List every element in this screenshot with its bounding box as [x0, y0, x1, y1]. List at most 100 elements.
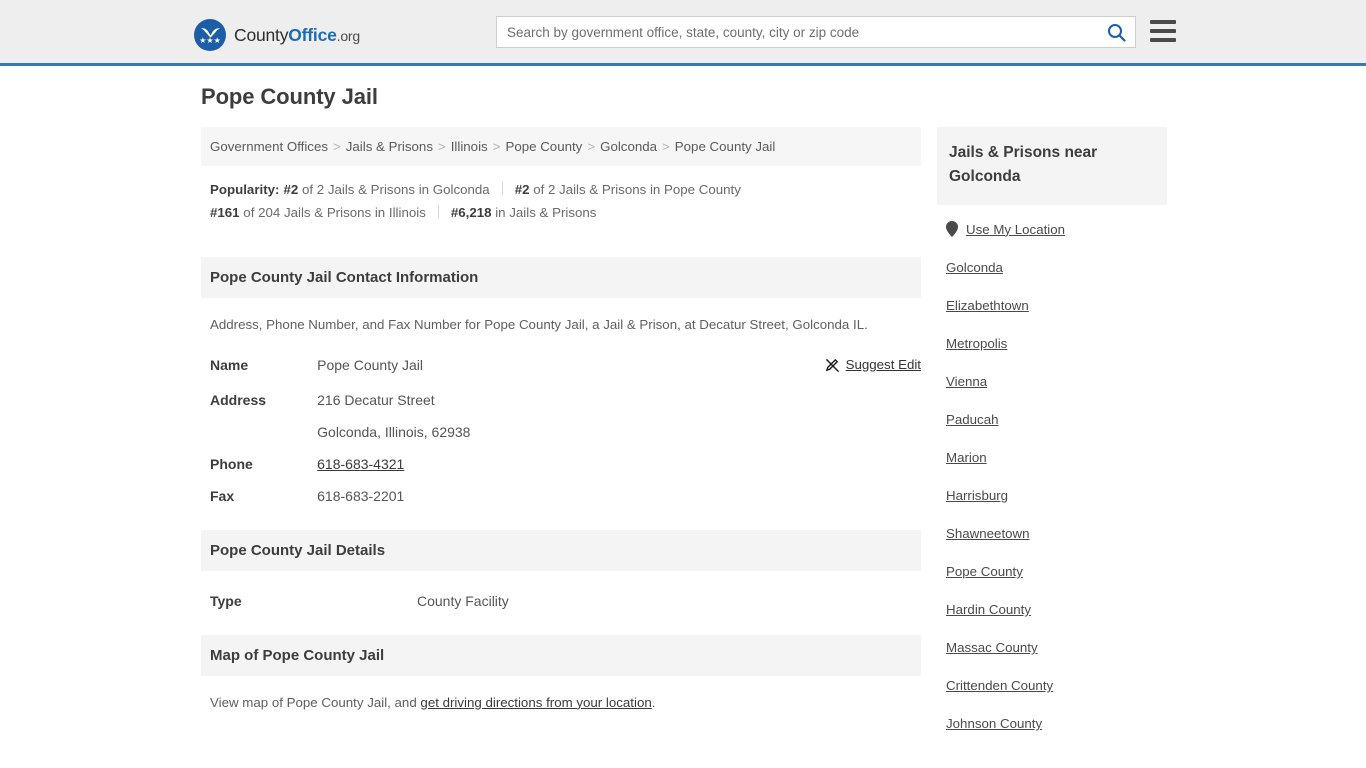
hamburger-bar-2	[1150, 29, 1176, 33]
contact-key-phone: Phone	[210, 455, 253, 472]
contact-key-address: Address	[210, 391, 267, 408]
breadcrumb-item-current: Pope County Jail	[674, 139, 776, 154]
popularity-item-0: #2 of 2 Jails & Prisons in Golconda	[283, 182, 489, 197]
breadcrumb-separator: >	[587, 139, 596, 154]
edit-pencil-icon	[825, 358, 839, 372]
breadcrumb-separator: >	[437, 139, 446, 154]
map-description: View map of Pope County Jail, and get dr…	[201, 676, 921, 721]
sidebar-item-crittenden-county[interactable]: Crittenden County	[937, 678, 1167, 693]
breadcrumb-item-2[interactable]: Illinois	[451, 139, 488, 154]
sidebar-link[interactable]: Golconda	[946, 260, 1003, 275]
sidebar-link[interactable]: Paducah	[946, 412, 999, 427]
table-row: Name Pope County Jail Suggest Edit	[201, 349, 921, 384]
popularity-text-2: of 204 Jails & Prisons in Illinois	[243, 205, 426, 220]
popularity-rank-0: #2	[283, 182, 299, 197]
sidebar-item-marion[interactable]: Marion	[937, 450, 1167, 465]
contact-value-fax: 618-683-2201	[317, 487, 405, 504]
table-row: Address 216 Decatur Street	[201, 384, 921, 416]
popularity-rank-1: #2	[514, 182, 530, 197]
details-value-type: County Facility	[417, 592, 509, 609]
search-button[interactable]	[1097, 17, 1135, 47]
hamburger-bar-1	[1150, 20, 1176, 24]
driving-directions-link[interactable]: get driving directions from your locatio…	[420, 695, 651, 710]
contact-value-address-line1: 216 Decatur Street	[317, 391, 435, 408]
table-row: Phone 618-683-4321	[201, 448, 921, 480]
popularity-text-0: of 2 Jails & Prisons in Golconda	[301, 182, 490, 197]
brand-text-county: County	[234, 24, 289, 45]
hamburger-bar-3	[1150, 38, 1176, 42]
contact-key-fax: Fax	[210, 487, 235, 504]
contact-value-address-line2: Golconda, Illinois, 62938	[317, 423, 471, 440]
suggest-edit-button[interactable]: Suggest Edit	[825, 355, 921, 375]
sidebar-link[interactable]: Johnson County	[946, 716, 1042, 731]
search-input[interactable]	[497, 17, 1097, 47]
sidebar-link[interactable]: Shawneetown	[946, 526, 1030, 541]
breadcrumb-item-3[interactable]: Pope County	[505, 139, 582, 154]
popularity-divider	[501, 182, 503, 195]
table-row: Golconda, Illinois, 62938	[201, 416, 921, 448]
map-text-after: .	[651, 694, 656, 710]
popularity-rank-3: #6,218	[450, 205, 492, 220]
brand-text-org: .org	[336, 27, 361, 44]
sidebar-item-massac-county[interactable]: Massac County	[937, 640, 1167, 655]
breadcrumb-separator: >	[333, 139, 341, 154]
sidebar-link[interactable]: Crittenden County	[946, 678, 1053, 693]
sidebar-item-pope-county[interactable]: Pope County	[937, 564, 1167, 579]
contact-key-name: Name	[210, 357, 249, 373]
breadcrumb-item-4[interactable]: Golconda	[600, 139, 657, 154]
three-stars-icon: ★★★	[199, 35, 221, 45]
sidebar-item-vienna[interactable]: Vienna	[937, 374, 1167, 389]
contact-value-name: Pope County Jail	[317, 357, 423, 373]
popularity-divider	[437, 205, 439, 218]
phone-link[interactable]: 618-683-4321	[317, 456, 404, 472]
page-title: Pope County Jail	[201, 84, 378, 109]
contact-key-blank	[201, 416, 308, 448]
contact-section-heading: Pope County Jail Contact Information	[201, 257, 921, 298]
sidebar: Jails & Prisons near Golconda Use My Loc…	[937, 127, 1167, 754]
breadcrumb-separator: >	[662, 139, 670, 154]
sidebar-item-shawneetown[interactable]: Shawneetown	[937, 526, 1167, 541]
site-logo[interactable]: ★★★ CountyOffice.org	[194, 19, 360, 51]
sidebar-item-metropolis[interactable]: Metropolis	[937, 336, 1167, 351]
popularity-text-1: of 2 Jails & Prisons in Pope County	[533, 182, 741, 197]
sidebar-link[interactable]: Vienna	[946, 374, 987, 389]
map-section-heading: Map of Pope County Jail	[201, 634, 921, 676]
sidebar-item-hardin-county[interactable]: Hardin County	[937, 602, 1167, 617]
sidebar-item-paducah[interactable]: Paducah	[937, 412, 1167, 427]
sidebar-link[interactable]: Hardin County	[946, 602, 1031, 617]
search-bar[interactable]	[496, 16, 1136, 48]
sidebar-item-use-my-location[interactable]: Use My Location	[937, 221, 1167, 237]
contact-table: Name Pope County Jail Suggest Edit Addre…	[201, 349, 921, 512]
popularity-item-3: #6,218 in Jails & Prisons	[451, 205, 597, 220]
sidebar-list: Use My Location Golconda Elizabethtown M…	[937, 221, 1167, 731]
details-table: Type County Facility	[201, 585, 921, 617]
sidebar-item-golconda[interactable]: Golconda	[937, 260, 1167, 275]
sidebar-link[interactable]: Harrisburg	[946, 488, 1008, 503]
sidebar-item-johnson-county[interactable]: Johnson County	[937, 716, 1167, 731]
popularity-item-2: #161 of 204 Jails & Prisons in Illinois	[210, 205, 426, 220]
sidebar-link[interactable]: Massac County	[946, 640, 1038, 655]
search-icon	[1107, 23, 1126, 42]
map-text-before: View map of Pope County Jail, and	[210, 694, 421, 710]
breadcrumb-item-0[interactable]: Government Offices	[210, 139, 328, 154]
hamburger-menu-icon[interactable]	[1150, 20, 1176, 42]
sidebar-link[interactable]: Elizabethtown	[946, 298, 1029, 313]
use-my-location-link[interactable]: Use My Location	[966, 222, 1065, 237]
details-section-heading: Pope County Jail Details	[201, 529, 921, 571]
sidebar-item-elizabethtown[interactable]: Elizabethtown	[937, 298, 1167, 313]
sidebar-item-harrisburg[interactable]: Harrisburg	[937, 488, 1167, 503]
site-header: ★★★ CountyOffice.org	[0, 0, 1366, 66]
breadcrumb-item-1[interactable]: Jails & Prisons	[346, 139, 433, 154]
sidebar-link[interactable]: Marion	[946, 450, 987, 465]
sidebar-link[interactable]: Metropolis	[946, 336, 1007, 351]
sidebar-link[interactable]: Pope County	[946, 564, 1023, 579]
breadcrumb: Government Offices > Jails & Prisons > Illin…	[201, 127, 921, 166]
popularity-rank-2: #161	[210, 205, 240, 220]
table-row: Type County Facility	[201, 585, 921, 617]
suggest-edit-label: Suggest Edit	[845, 357, 921, 372]
popularity-block: Popularity: #2 of 2 Jails & Prisons in Go…	[201, 166, 921, 239]
popularity-label: Popularity:	[210, 182, 280, 197]
page-body: Pope County Jail Government Offices > Jail…	[0, 66, 1366, 754]
popularity-item-1: #2 of 2 Jails & Prisons in Pope County	[515, 182, 741, 197]
breadcrumb-separator: >	[492, 139, 501, 154]
